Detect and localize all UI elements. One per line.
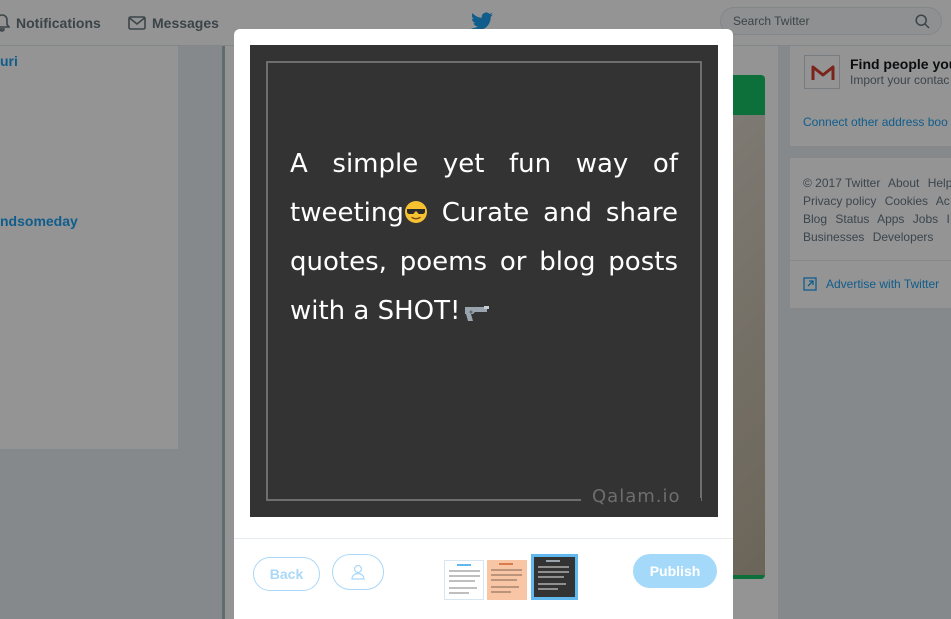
qalam-watermark: Qalam.io [592, 486, 681, 507]
theme-thumbnail-dark-selected[interactable] [531, 554, 578, 600]
publish-button[interactable]: Publish [633, 554, 717, 588]
sunglasses-emoji-icon [404, 201, 427, 223]
theme-thumbnail-peach[interactable] [487, 560, 527, 600]
back-button[interactable]: Back [253, 557, 320, 591]
user-icon [351, 564, 365, 580]
theme-thumbnail-light[interactable] [444, 560, 484, 600]
shot-composer-modal: A simple yet fun way of tweeting Curate … [234, 29, 733, 619]
user-button[interactable] [332, 554, 384, 590]
modal-footer-divider [234, 538, 733, 539]
preview-quote-text: A simple yet fun way of tweeting Curate … [290, 140, 678, 336]
shot-preview: A simple yet fun way of tweeting Curate … [250, 45, 718, 517]
pistol-emoji-icon [465, 306, 490, 321]
